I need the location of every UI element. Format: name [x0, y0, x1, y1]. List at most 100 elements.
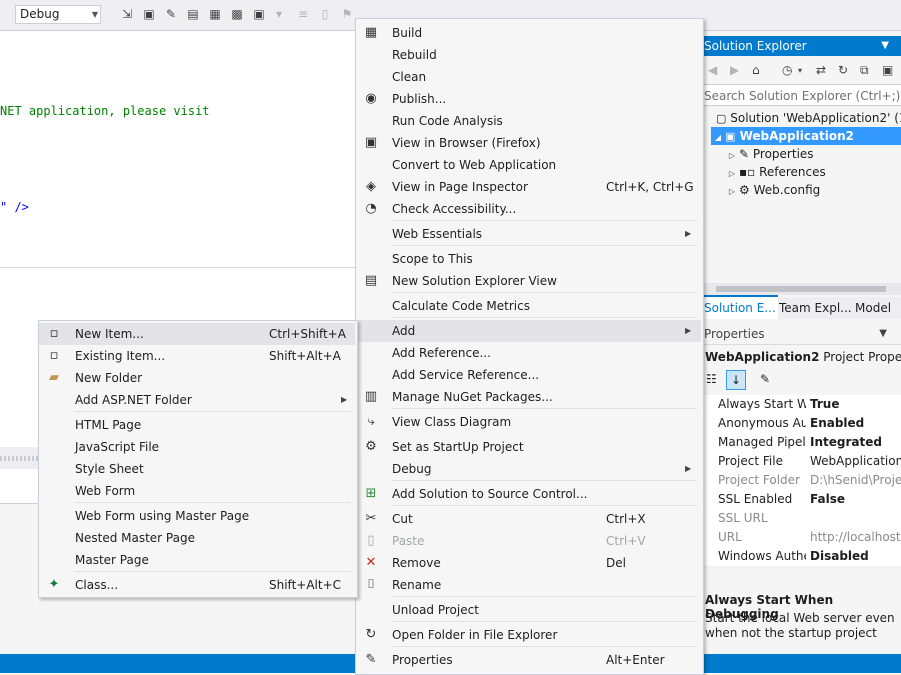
scrollbar-thumb[interactable]	[716, 286, 886, 292]
menu-item-view-class-diagram[interactable]: ⤷ View Class Diagram	[356, 411, 701, 433]
menu-item-debug[interactable]: Debug ▶	[356, 458, 701, 480]
collapse-all-icon[interactable]: ⧉	[860, 63, 869, 78]
menu-item-view-in-browser-firefox[interactable]: ▣ View in Browser (Firefox)	[356, 132, 701, 154]
menu-item-run-code-analysis[interactable]: Run Code Analysis	[356, 110, 701, 132]
menu-item-label: New Solution Explorer View	[392, 274, 557, 288]
property-value[interactable]: True	[810, 395, 901, 414]
menu-item-add-service-reference[interactable]: Add Service Reference...	[356, 364, 701, 386]
property-value[interactable]: Enabled	[810, 414, 901, 433]
menu-item-add-asp-net-folder[interactable]: Add ASP.NET Folder ▶	[39, 389, 355, 411]
categorized-icon[interactable]: ☷	[706, 372, 717, 386]
attach-icon[interactable]: ⇲	[120, 7, 134, 21]
menu-item-view-in-page-inspector[interactable]: ◈ View in Page Inspector Ctrl+K, Ctrl+G	[356, 176, 701, 198]
submenu-arrow-icon: ▶	[685, 464, 692, 473]
tab-team-explorer[interactable]: Team Expl...	[777, 297, 854, 319]
menu-item-web-form-using-master-page[interactable]: Web Form using Master Page	[39, 505, 355, 527]
menu-item-manage-nuget-packages[interactable]: ▥ Manage NuGet Packages...	[356, 386, 701, 408]
menu-item-nested-master-page[interactable]: Nested Master Page	[39, 527, 355, 549]
toolbox-icon[interactable]: ▦	[208, 7, 222, 21]
menu-item-scope-to-this[interactable]: Scope to This	[356, 248, 701, 270]
tab-solution-explorer[interactable]: Solution E...	[702, 295, 778, 319]
menu-item-build[interactable]: ▦ Build	[356, 22, 701, 44]
menu-item-new-item[interactable]: ▫ New Item... Ctrl+Shift+A	[39, 323, 355, 345]
property-row-project-file[interactable]: Project File WebApplication2	[702, 452, 901, 472]
menu-item-class[interactable]: ✦ Class... Shift+Alt+C	[39, 574, 355, 596]
menu-item-rebuild[interactable]: Rebuild	[356, 44, 701, 66]
menu-item-javascript-file[interactable]: JavaScript File	[39, 436, 355, 458]
menu-item-open-folder-in-file-explorer[interactable]: ↻ Open Folder in File Explorer	[356, 624, 701, 646]
menu-item-add-solution-to-source-control[interactable]: ⊞ Add Solution to Source Control...	[356, 483, 701, 505]
menu-item-style-sheet[interactable]: Style Sheet	[39, 458, 355, 480]
menu-item-unload-project[interactable]: Unload Project	[356, 599, 701, 621]
menu-item-paste[interactable]: ▯ Paste Ctrl+V	[356, 530, 701, 552]
menu-item-rename[interactable]: ⌷ Rename	[356, 574, 701, 596]
property-row-project-folder[interactable]: Project Folder D:\hSenid\Project	[702, 471, 901, 491]
menu-item-add-reference[interactable]: Add Reference...	[356, 342, 701, 364]
back-icon[interactable]: ◀	[708, 63, 717, 77]
menu-item-calculate-code-metrics[interactable]: Calculate Code Metrics	[356, 295, 701, 317]
history-icon[interactable]: ◷	[782, 63, 792, 77]
menu-item-master-page[interactable]: Master Page	[39, 549, 355, 571]
property-pages-icon[interactable]: ✎	[760, 372, 770, 386]
tree-item-project[interactable]: ◢ ▣ WebApplication2	[711, 127, 901, 145]
menu-item-web-essentials[interactable]: Web Essentials ▶	[356, 223, 701, 245]
pin-dropdown-icon[interactable]: ▼	[879, 323, 887, 345]
properties-object-selector[interactable]: WebApplication2 Project Properties	[702, 347, 901, 367]
solution-configuration-select[interactable]: Debug ▼	[15, 5, 101, 24]
solution-explorer-search[interactable]: Search Solution Explorer (Ctrl+;)	[702, 84, 901, 106]
menu-item-add[interactable]: Add ▶	[356, 320, 701, 342]
property-value[interactable]: WebApplication2	[810, 452, 901, 471]
forward-icon[interactable]: ▶	[730, 63, 739, 77]
dropdown-icon[interactable]: ▾	[272, 7, 286, 21]
property-row-anonymous-aut[interactable]: Anonymous Aut Enabled	[702, 414, 901, 434]
property-value[interactable]: Disabled	[810, 547, 901, 566]
property-row-always-start-whe[interactable]: Always Start Whe True	[702, 395, 901, 415]
horizontal-scrollbar[interactable]	[702, 283, 901, 295]
menu-item-set-as-startup-project[interactable]: ⚙ Set as StartUp Project	[356, 436, 701, 458]
tree-item-webconfig[interactable]: ▷ ⚙ Web.config	[725, 181, 901, 199]
menu-item-clean[interactable]: Clean	[356, 66, 701, 88]
menu-item-html-page[interactable]: HTML Page	[39, 414, 355, 436]
sync-icon[interactable]: ⇄	[816, 63, 826, 77]
components-icon[interactable]: ▩	[230, 7, 244, 21]
tree-item-properties[interactable]: ▷ ✎ Properties	[725, 145, 901, 163]
tree-item-solution[interactable]: ▢ Solution 'WebApplication2' (1 pr	[702, 109, 901, 127]
menu-item-check-accessibility[interactable]: ◔ Check Accessibility...	[356, 198, 701, 220]
menu-separator	[392, 596, 697, 597]
home-icon[interactable]: ⌂	[752, 63, 760, 77]
property-value[interactable]: D:\hSenid\Project	[810, 471, 901, 490]
show-files-icon[interactable]: ▣	[882, 63, 893, 77]
menu-item-properties[interactable]: ✎ Properties Alt+Enter	[356, 649, 701, 671]
property-value[interactable]: http://localhost:5	[810, 528, 901, 547]
tree-item-references[interactable]: ▷ ▪▫ References	[725, 163, 901, 181]
menu-item-publish[interactable]: ◉ Publish...	[356, 88, 701, 110]
layout-icon[interactable]: ▣	[252, 7, 266, 21]
wrench-icon[interactable]: ✎	[164, 7, 178, 21]
property-row-ssl-url[interactable]: SSL URL	[702, 509, 901, 529]
property-row-ssl-enabled[interactable]: SSL Enabled False	[702, 490, 901, 510]
code-editor[interactable]: NET application, please visit " />	[0, 31, 356, 267]
properties-title: Properties ▼	[702, 323, 901, 345]
property-value[interactable]: False	[810, 490, 901, 509]
menu-item-convert-to-web-application[interactable]: Convert to Web Application	[356, 154, 701, 176]
menu-item-remove[interactable]: ✕ Remove Del	[356, 552, 701, 574]
panel-title: Properties	[704, 327, 765, 341]
menu-item-new-solution-explorer-view[interactable]: ▤ New Solution Explorer View	[356, 270, 701, 292]
property-row-windows-auther[interactable]: Windows Auther Disabled	[702, 547, 901, 567]
history-dropdown-icon[interactable]: ▾	[798, 66, 802, 75]
tab-model-browser[interactable]: Model Br	[853, 297, 901, 337]
refresh-icon[interactable]: ↻	[838, 63, 848, 77]
property-row-url[interactable]: URL http://localhost:5	[702, 528, 901, 548]
menu-item-web-form[interactable]: Web Form	[39, 480, 355, 502]
pin-dropdown-icon[interactable]: ▼	[881, 36, 889, 56]
menu-item-existing-item[interactable]: ▫ Existing Item... Shift+Alt+A	[39, 345, 355, 367]
menu-separator	[392, 480, 697, 481]
browser-icon[interactable]: ▤	[186, 7, 200, 21]
menu-item-cut[interactable]: ✂ Cut Ctrl+X	[356, 508, 701, 530]
property-value[interactable]: Integrated	[810, 433, 901, 452]
window-icon[interactable]: ▣	[142, 7, 156, 21]
menu-item-new-folder[interactable]: ▰ New Folder	[39, 367, 355, 389]
menu-item-label: Web Form	[75, 484, 136, 498]
property-row-managed-pipelir[interactable]: Managed Pipelir Integrated	[702, 433, 901, 453]
alphabetical-icon[interactable]: ↓	[726, 370, 746, 390]
